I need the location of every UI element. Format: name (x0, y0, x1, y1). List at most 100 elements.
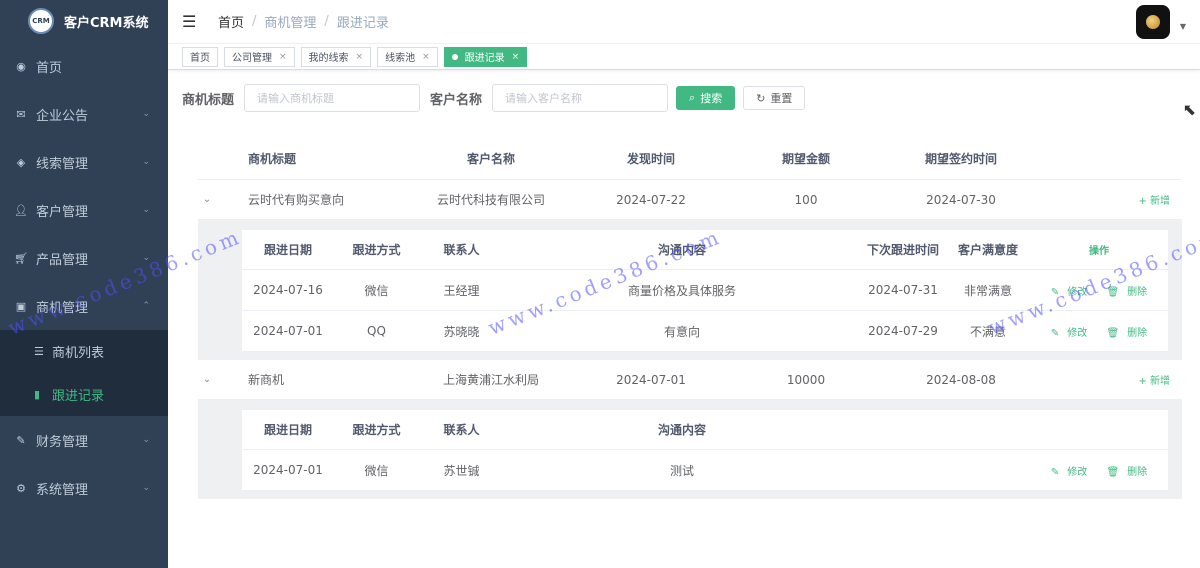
close-icon[interactable]: × (512, 52, 520, 62)
chevron-down-icon: ⌄ (142, 109, 150, 119)
sidebar-item-home[interactable]: ◉ 首页 (0, 42, 168, 90)
sidebar-item-label: 线索管理 (36, 156, 89, 172)
sidebar-item-followup[interactable]: ▮ 跟进记录 (0, 373, 168, 416)
tag-my-leads[interactable]: 我的线索 × (300, 46, 372, 67)
search-form: 商机标题 请输入商机标题 客户名称 请输入客户名称 ⌕ 搜索 ↻ 重置 (182, 84, 806, 112)
customer-search-input[interactable]: 请输入客户名称 (492, 84, 669, 112)
tag-company[interactable]: 公司管理 × (224, 46, 295, 67)
chevron-down-icon[interactable]: ⌄ (198, 374, 216, 385)
close-icon[interactable]: × (422, 52, 430, 62)
followup-panel: 跟进日期 跟进方式 联系人 沟通内容 下次跟进时间 客户满意度 操作 2024-… (198, 220, 1182, 360)
sidebar-item-label: 财务管理 (36, 434, 89, 450)
breadcrumb-current: 跟进记录 (336, 16, 389, 31)
edit-icon: ✎ (1050, 466, 1060, 478)
customer-label: 客户名称 (430, 92, 483, 108)
followup-row: 2024-07-01 微信 苏世铖 测试 ✎ 修改 🗑︎ 删除 (242, 450, 1168, 491)
brand-title: 客户CRM系统 (64, 15, 149, 31)
table-row: ⌄ 云时代有购买意向 云时代科技有限公司 2024-07-22 100 2024… (198, 180, 1182, 220)
book-icon: ▮ (34, 388, 41, 401)
navbar: ☰ 首页 / 商机管理 / 跟进记录 ▼ (168, 0, 1200, 44)
chevron-down-icon: ⌄ (142, 205, 150, 215)
opportunity-table: 商机标题 客户名称 发现时间 期望金额 期望签约时间 ⌄ 云时代有购买意向 云时… (198, 138, 1182, 499)
close-icon[interactable]: × (356, 52, 364, 62)
breadcrumb-home[interactable]: 首页 (218, 12, 244, 31)
plus-icon: + (1138, 376, 1150, 387)
tags-view: 首页 公司管理 × 我的线索 × 线索池 × 跟进记录 × (168, 44, 1200, 70)
breadcrumb-opportunity[interactable]: 商机管理 (264, 12, 316, 31)
followup-row: 2024-07-01 QQ 苏晓晓 有意向 2024-07-29 不满意 ✎ 修改… (242, 311, 1168, 352)
sidebar-item-label: 商机管理 (36, 300, 89, 316)
followup-table: 跟进日期 跟进方式 联系人 沟通内容 下次跟进时间 客户满意度 操作 2024-… (242, 230, 1168, 352)
list-icon: ☰ (34, 345, 44, 358)
sidebar-item-opportunity[interactable]: ▣ 商机管理 ⌃ (0, 282, 168, 330)
table-header: 商机标题 客户名称 发现时间 期望金额 期望签约时间 (198, 138, 1182, 180)
followup-row: 2024-07-16 微信 王经理 商量价格及具体服务 2024-07-31 非… (242, 270, 1168, 311)
edit-icon: ✎ (16, 433, 26, 447)
chevron-down-icon: ⌄ (142, 435, 150, 445)
edit-icon: ✎ (1050, 327, 1060, 339)
sidebar-item-label: 客户管理 (36, 204, 89, 220)
chart-icon: ▣ (15, 299, 27, 313)
caret-down-icon[interactable]: ▼ (1180, 22, 1186, 31)
chevron-down-icon: ⌄ (142, 253, 150, 263)
mouse-cursor-icon: ⬉ (1182, 100, 1196, 119)
tag-lead-pool[interactable]: 线索池 × (377, 46, 438, 67)
chevron-down-icon: ⌄ (142, 157, 150, 167)
user-icon: 👤︎ (14, 203, 28, 217)
followup-panel: 跟进日期 跟进方式 联系人 沟通内容 2024-07-01 微信 苏世铖 测试 … (198, 400, 1182, 499)
edit-button[interactable]: ✎ 修改 (1047, 287, 1091, 298)
edit-button[interactable]: ✎ 修改 (1047, 328, 1091, 339)
sidebar-item-opportunity-list[interactable]: ☰ 商机列表 (0, 330, 168, 373)
submenu-opportunity: ☰ 商机列表 ▮ 跟进记录 (0, 330, 168, 416)
edit-button[interactable]: ✎ 修改 (1047, 467, 1091, 478)
sidebar-item-products[interactable]: 🛒︎ 产品管理 ⌄ (0, 234, 168, 282)
breadcrumb: 首页 / 商机管理 / 跟进记录 (218, 12, 389, 31)
sidebar-item-label: 企业公告 (36, 108, 89, 124)
chevron-up-icon: ⌃ (142, 301, 150, 311)
tag-home[interactable]: 首页 (182, 46, 218, 67)
reset-button[interactable]: ↻ 重置 (743, 86, 806, 110)
sidebar-item-label: 系统管理 (36, 482, 89, 498)
search-icon: ⌕ (689, 91, 696, 104)
avatar[interactable] (1136, 5, 1170, 39)
delete-button[interactable]: 🗑︎ 删除 (1102, 328, 1151, 339)
chevron-down-icon: ⌄ (142, 483, 150, 493)
close-icon[interactable]: × (279, 52, 287, 62)
followup-header: 跟进日期 跟进方式 联系人 沟通内容 下次跟进时间 客户满意度 操作 (242, 230, 1168, 270)
search-button[interactable]: ⌕ 搜索 (676, 86, 736, 110)
trash-icon: 🗑︎ (1106, 286, 1120, 298)
title-search-input[interactable]: 请输入商机标题 (244, 84, 421, 112)
trash-icon: 🗑︎ (1106, 327, 1120, 339)
trash-icon: 🗑︎ (1106, 466, 1120, 478)
main-area: ☰ 首页 / 商机管理 / 跟进记录 ▼ 首页 公司管理 × 我的线索 × 线索池 ×… (168, 0, 1200, 568)
add-followup-button[interactable]: + 新增 (1046, 372, 1182, 387)
edit-icon: ✎ (1050, 286, 1060, 298)
sidebar-item-label: 商机列表 (52, 346, 105, 361)
sidebar-item-system[interactable]: ⚙ 系统管理 ⌄ (0, 464, 168, 512)
gear-icon: ⚙ (16, 481, 26, 495)
dashboard-icon: ◉ (16, 59, 26, 73)
sidebar-item-notice[interactable]: ✉ 企业公告 ⌄ (0, 90, 168, 138)
cart-icon: 🛒︎ (14, 251, 28, 265)
sidebar-item-leads[interactable]: ◈ 线索管理 ⌄ (0, 138, 168, 186)
followup-table: 跟进日期 跟进方式 联系人 沟通内容 2024-07-01 微信 苏世铖 测试 … (242, 410, 1168, 491)
sidebar-item-customers[interactable]: 👤︎ 客户管理 ⌄ (0, 186, 168, 234)
hamburger-icon[interactable]: ☰ (182, 12, 202, 31)
chevron-down-icon[interactable]: ⌄ (198, 194, 216, 205)
plus-icon: + (1138, 196, 1150, 207)
add-followup-button[interactable]: + 新增 (1046, 192, 1182, 207)
table-row: ⌄ 新商机 上海黄浦江水利局 2024-07-01 10000 2024-08-… (198, 360, 1182, 400)
refresh-icon: ↻ (756, 91, 766, 105)
title-label: 商机标题 (182, 92, 235, 108)
delete-button[interactable]: 🗑︎ 删除 (1102, 467, 1151, 478)
followup-header: 跟进日期 跟进方式 联系人 沟通内容 (242, 410, 1168, 450)
brand: CRM 客户CRM系统 (0, 0, 168, 42)
tag-followup[interactable]: 跟进记录 × (443, 46, 528, 67)
sidebar-item-label: 首页 (36, 60, 63, 76)
delete-button[interactable]: 🗑︎ 删除 (1102, 287, 1151, 298)
sidebar: CRM 客户CRM系统 ◉ 首页 ✉ 企业公告 ⌄ ◈ 线索管理 ⌄ 👤︎ 客户… (0, 0, 168, 568)
mail-icon: ✉ (16, 107, 26, 121)
brand-logo: CRM (28, 8, 54, 34)
layers-icon: ◈ (16, 155, 26, 169)
sidebar-item-finance[interactable]: ✎ 财务管理 ⌄ (0, 416, 168, 464)
